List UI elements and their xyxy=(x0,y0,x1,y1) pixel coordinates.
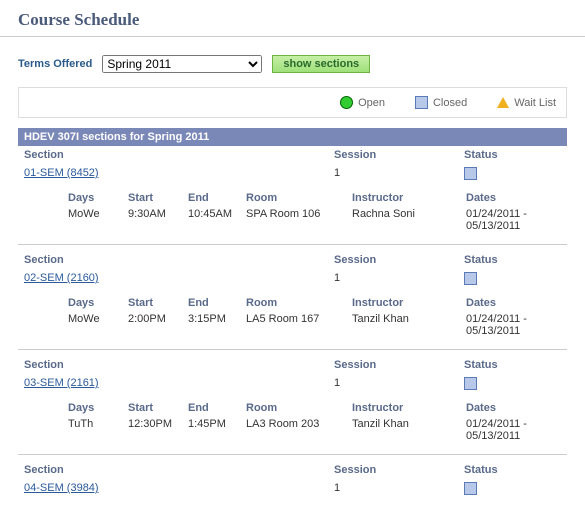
dates-value: 01/24/2011 - 05/13/2011 xyxy=(466,418,567,442)
dates-value: 01/24/2011 - 05/13/2011 xyxy=(466,313,567,337)
days-value: MoWe xyxy=(68,208,128,232)
section-header-row: SectionSessionStatus xyxy=(18,356,567,374)
circle-open-icon xyxy=(340,96,353,109)
section-detail: DaysStartEndRoomInstructorDatesMoWe9:30A… xyxy=(18,186,567,245)
session-value: 1 xyxy=(334,482,464,498)
section-header-row: SectionSessionStatus xyxy=(18,461,567,479)
section-value-row: 01-SEM (8452) 1 xyxy=(18,164,567,186)
status-closed-icon xyxy=(464,482,477,495)
show-sections-button[interactable]: show sections xyxy=(272,55,370,73)
session-value: 1 xyxy=(334,167,464,183)
legend: Open Closed Wait List xyxy=(18,87,567,118)
end-value: 10:45AM xyxy=(188,208,246,232)
room-value: SPA Room 106 xyxy=(246,208,352,232)
room-value: LA5 Room 167 xyxy=(246,313,352,337)
days-value: MoWe xyxy=(68,313,128,337)
section-header-row: SectionSessionStatus xyxy=(18,146,567,164)
term-row: Terms Offered Spring 2011 show sections xyxy=(18,55,567,73)
room-value: LA3 Room 203 xyxy=(246,418,352,442)
instructor-value: Tanzil Khan xyxy=(352,313,466,337)
start-value: 12:30PM xyxy=(128,418,188,442)
section-link[interactable]: 03-SEM (2161) xyxy=(24,377,99,389)
section-header-row: SectionSessionStatus xyxy=(18,251,567,269)
section-detail: DaysStartEndRoomInstructorDatesMoWe2:00P… xyxy=(18,291,567,350)
end-value: 1:45PM xyxy=(188,418,246,442)
term-select[interactable]: Spring 2011 xyxy=(102,55,262,73)
instructor-value: Tanzil Khan xyxy=(352,418,466,442)
legend-open: Open xyxy=(340,96,385,109)
section-link[interactable]: 01-SEM (8452) xyxy=(24,167,99,179)
status-closed-icon xyxy=(464,377,477,390)
legend-wait: Wait List xyxy=(497,96,556,109)
status-closed-icon xyxy=(464,167,477,180)
sections-bar: HDEV 307I sections for Spring 2011 xyxy=(18,128,567,146)
status-closed-icon xyxy=(464,272,477,285)
terms-offered-label: Terms Offered xyxy=(18,58,92,70)
section-value-row: 03-SEM (2161) 1 xyxy=(18,374,567,396)
end-value: 3:15PM xyxy=(188,313,246,337)
start-value: 9:30AM xyxy=(128,208,188,232)
instructor-value: Rachna Soni xyxy=(352,208,466,232)
start-value: 2:00PM xyxy=(128,313,188,337)
days-value: TuTh xyxy=(68,418,128,442)
square-closed-icon xyxy=(415,96,428,109)
session-value: 1 xyxy=(334,377,464,393)
section-detail: DaysStartEndRoomInstructorDatesTuTh12:30… xyxy=(18,396,567,455)
triangle-wait-icon xyxy=(497,97,509,108)
legend-closed: Closed xyxy=(415,96,467,109)
page-title: Course Schedule xyxy=(0,0,585,37)
section-value-row: 04-SEM (3984) 1 xyxy=(18,479,567,501)
section-link[interactable]: 04-SEM (3984) xyxy=(24,482,99,494)
session-value: 1 xyxy=(334,272,464,288)
dates-value: 01/24/2011 - 05/13/2011 xyxy=(466,208,567,232)
section-link[interactable]: 02-SEM (2160) xyxy=(24,272,99,284)
section-value-row: 02-SEM (2160) 1 xyxy=(18,269,567,291)
